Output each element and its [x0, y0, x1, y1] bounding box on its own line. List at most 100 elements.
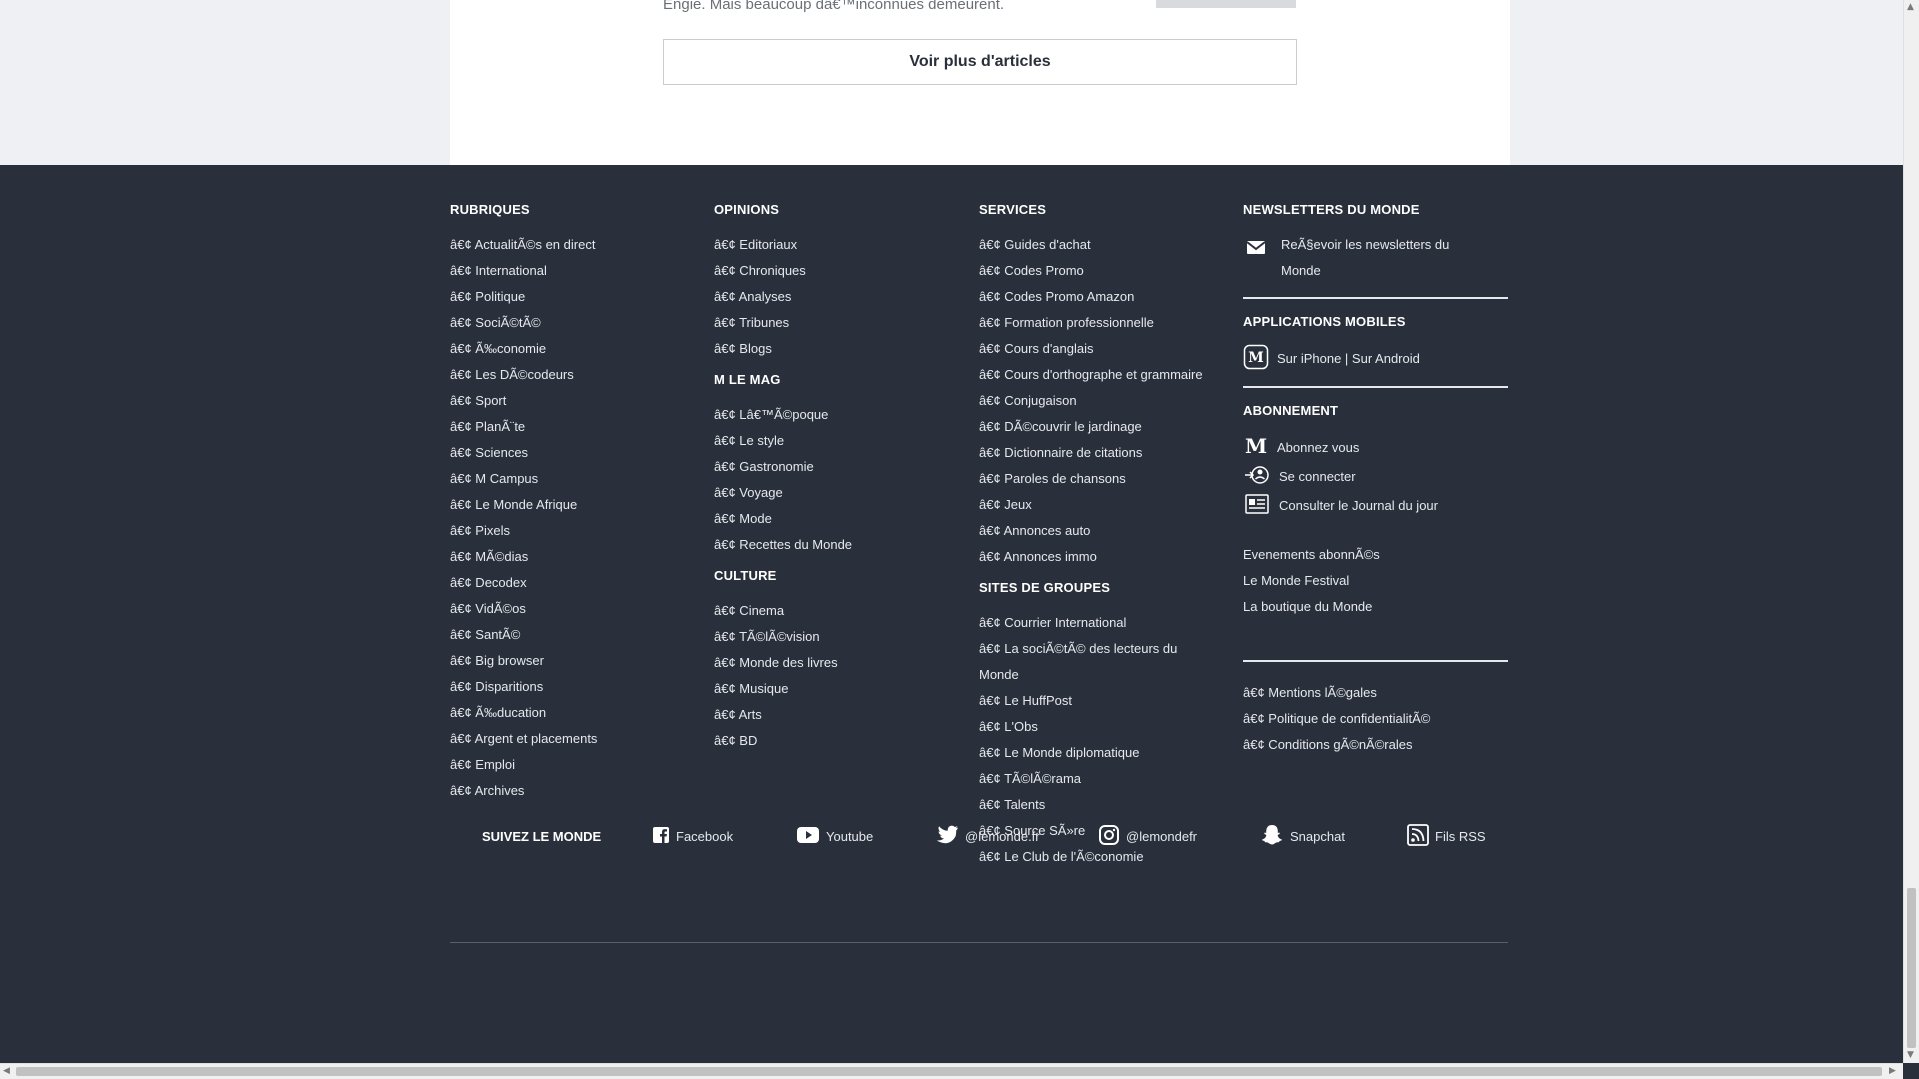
service-link[interactable]: â€¢ Conjugaison — [979, 388, 1204, 414]
mlemag-link[interactable]: â€¢ Mode — [714, 506, 969, 532]
article-snippet[interactable]: Engie. Mais beaucoup dâ€™inconnues demeu… — [663, 0, 1183, 13]
culture-link[interactable]: â€¢ Arts — [714, 702, 969, 728]
service-link[interactable]: â€¢ Dictionnaire de citations — [979, 440, 1204, 466]
rubrique-link[interactable]: â€¢ International — [450, 258, 705, 284]
rubrique-link[interactable]: â€¢ Sport — [450, 388, 705, 414]
scroll-right-arrow-icon[interactable]: ▶ — [1889, 1066, 1896, 1076]
legal-link-mentions[interactable]: â€¢ Mentions lÃ©gales — [1243, 680, 1508, 706]
divider — [1243, 297, 1508, 299]
group-site-link[interactable]: â€¢ Le HuffPost — [979, 688, 1204, 714]
newsletter-link[interactable]: ReÃ§evoir les newsletters du Monde — [1243, 232, 1508, 284]
rubrique-link[interactable]: â€¢ MÃ©dias — [450, 544, 705, 570]
group-site-link[interactable]: â€¢ Talents — [979, 792, 1204, 818]
rubrique-link[interactable]: â€¢ SociÃ©tÃ© — [450, 310, 705, 336]
group-site-link[interactable]: â€¢ L'Obs — [979, 714, 1204, 740]
opinion-link[interactable]: â€¢ Blogs — [714, 336, 969, 362]
instagram-icon — [1098, 824, 1120, 849]
service-link[interactable]: â€¢ Codes Promo Amazon — [979, 284, 1204, 310]
rubrique-link[interactable]: â€¢ Le Monde Afrique — [450, 492, 705, 518]
rubrique-link[interactable]: â€¢ Decodex — [450, 570, 705, 596]
instagram-link[interactable]: @lemondefr — [1098, 824, 1197, 849]
rubrique-link[interactable]: â€¢ Ã‰ducation — [450, 700, 705, 726]
rss-label: Fils RSS — [1435, 828, 1486, 844]
extra-links: Evenements abonnÃ©s Le Monde Festival La… — [1243, 542, 1508, 620]
scroll-down-arrow-icon[interactable]: ▼ — [1907, 1050, 1914, 1060]
svg-text:M: M — [1248, 350, 1264, 366]
mlemag-link[interactable]: â€¢ Le style — [714, 428, 969, 454]
rubrique-link[interactable]: â€¢ Big browser — [450, 648, 705, 674]
rubrique-link[interactable]: â€¢ M Campus — [450, 466, 705, 492]
service-link[interactable]: â€¢ Annonces immo — [979, 544, 1204, 570]
culture-link[interactable]: â€¢ Monde des livres — [714, 650, 969, 676]
login-icon — [1243, 464, 1271, 489]
article-thumbnail[interactable] — [1156, 0, 1296, 8]
rubrique-link[interactable]: â€¢ ActualitÃ©s en direct — [450, 232, 705, 258]
rubrique-link[interactable]: â€¢ Les DÃ©codeurs — [450, 362, 705, 388]
scroll-up-arrow-icon[interactable]: ▲ — [1907, 2, 1914, 12]
extra-link-events[interactable]: Evenements abonnÃ©s — [1243, 542, 1508, 568]
mlemag-link[interactable]: â€¢ Recettes du Monde — [714, 532, 969, 558]
rubrique-link[interactable]: â€¢ Disparitions — [450, 674, 705, 700]
envelope-icon — [1243, 238, 1269, 261]
extra-link-shop[interactable]: La boutique du Monde — [1243, 594, 1508, 620]
rubrique-link[interactable]: â€¢ Politique — [450, 284, 705, 310]
legal-link-terms[interactable]: â€¢ Conditions gÃ©nÃ©rales — [1243, 732, 1508, 758]
extra-link-festival[interactable]: Le Monde Festival — [1243, 568, 1508, 594]
daily-journal-label: Consulter le Journal du jour — [1279, 498, 1438, 513]
mlemag-link[interactable]: â€¢ Voyage — [714, 480, 969, 506]
group-site-link[interactable]: â€¢ La sociÃ©tÃ© des lecteurs du Monde — [979, 636, 1204, 688]
vertical-scrollbar-thumb[interactable] — [1907, 888, 1916, 1048]
service-link[interactable]: â€¢ Annonces auto — [979, 518, 1204, 544]
service-link[interactable]: â€¢ Cours d'orthographe et grammaire — [979, 362, 1204, 388]
culture-link[interactable]: â€¢ Cinema — [714, 598, 969, 624]
mobile-apps-label: Sur iPhone | Sur Android — [1277, 351, 1420, 366]
group-site-link[interactable]: â€¢ TÃ©lÃ©rama — [979, 766, 1204, 792]
instagram-label: @lemondefr — [1126, 828, 1198, 844]
subscribe-link[interactable]: M Abonnez vous — [1243, 433, 1508, 462]
youtube-link[interactable]: Youtube — [796, 826, 873, 847]
rubrique-link[interactable]: â€¢ SantÃ© — [450, 622, 705, 648]
snapchat-link[interactable]: Snapchat — [1260, 824, 1345, 849]
culture-link[interactable]: â€¢ TÃ©lÃ©vision — [714, 624, 969, 650]
legal-link-privacy[interactable]: â€¢ Politique de confidentialitÃ© — [1243, 706, 1508, 732]
culture-link[interactable]: â€¢ Musique — [714, 676, 969, 702]
service-link[interactable]: â€¢ Formation professionnelle — [979, 310, 1204, 336]
culture-link[interactable]: â€¢ BD — [714, 728, 969, 754]
group-site-link[interactable]: â€¢ Le Monde diplomatique — [979, 740, 1204, 766]
rubrique-link[interactable]: â€¢ Pixels — [450, 518, 705, 544]
service-link[interactable]: â€¢ Guides d'achat — [979, 232, 1204, 258]
section-title-mlemag: M LE MAG — [714, 372, 781, 387]
rubrique-link[interactable]: â€¢ Argent et placements — [450, 726, 705, 752]
service-link[interactable]: â€¢ Cours d'anglais — [979, 336, 1204, 362]
mlemag-link[interactable]: â€¢ Gastronomie — [714, 454, 969, 480]
opinions-list: â€¢ Editoriaux â€¢ Chroniques â€¢ Analyses… — [714, 232, 969, 362]
twitter-bird-icon — [935, 825, 959, 848]
footer-col-rubriques: RUBRIQUES â€¢ ActualitÃ©s en direct â€¢ I… — [450, 200, 705, 804]
rubrique-link[interactable]: â€¢ Sciences — [450, 440, 705, 466]
more-articles-button[interactable]: Voir plus d'articles — [663, 39, 1297, 85]
service-link[interactable]: â€¢ DÃ©couvrir le jardinage — [979, 414, 1204, 440]
section-title-rubriques: RUBRIQUES — [450, 202, 530, 217]
service-link[interactable]: â€¢ Jeux — [979, 492, 1204, 518]
rubrique-link[interactable]: â€¢ PlanÃ¨te — [450, 414, 705, 440]
opinion-link[interactable]: â€¢ Tribunes — [714, 310, 969, 336]
group-site-link[interactable]: â€¢ Courrier International — [979, 610, 1204, 636]
facebook-link[interactable]: Facebook — [652, 826, 733, 847]
mlemag-link[interactable]: â€¢ Lâ€™Ã©poque — [714, 402, 969, 428]
mobile-apps-link[interactable]: M Sur iPhone | Sur Android — [1243, 344, 1508, 373]
rubrique-link[interactable]: â€¢ VidÃ©os — [450, 596, 705, 622]
service-link[interactable]: â€¢ Paroles de chansons — [979, 466, 1204, 492]
twitter-link[interactable]: @lemonde.fr — [935, 825, 1040, 848]
horizontal-scrollbar-thumb[interactable] — [16, 1067, 1882, 1076]
rubrique-link[interactable]: â€¢ Archives — [450, 778, 705, 804]
rubrique-link[interactable]: â€¢ Emploi — [450, 752, 705, 778]
service-link[interactable]: â€¢ Codes Promo — [979, 258, 1204, 284]
daily-journal-link[interactable]: Consulter le Journal du jour — [1243, 491, 1508, 520]
scroll-left-arrow-icon[interactable]: ◀ — [3, 1066, 10, 1076]
opinion-link[interactable]: â€¢ Analyses — [714, 284, 969, 310]
rubrique-link[interactable]: â€¢ Ã‰conomie — [450, 336, 705, 362]
login-link[interactable]: Se connecter — [1243, 462, 1508, 491]
rss-link[interactable]: Fils RSS — [1407, 823, 1486, 849]
opinion-link[interactable]: â€¢ Chroniques — [714, 258, 969, 284]
opinion-link[interactable]: â€¢ Editoriaux — [714, 232, 969, 258]
